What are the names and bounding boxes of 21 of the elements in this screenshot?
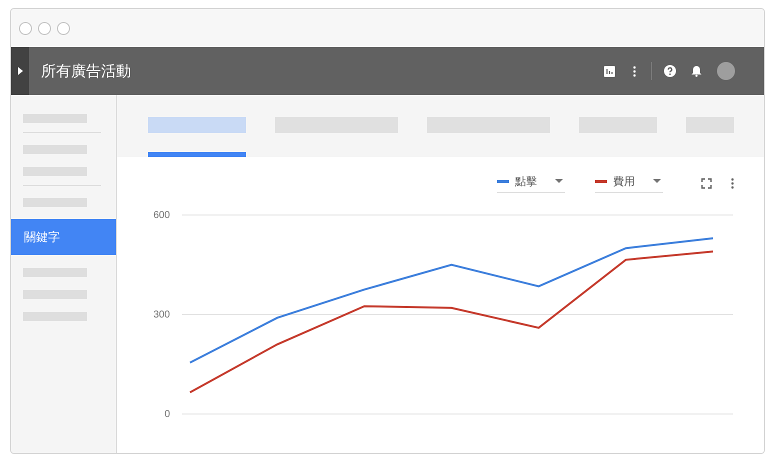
- axis-label: 300: [153, 310, 170, 320]
- window-control-icon[interactable]: [57, 22, 70, 34]
- window-control-icon[interactable]: [19, 22, 32, 34]
- axis-label: 600: [153, 210, 170, 221]
- help-icon[interactable]: [664, 65, 676, 77]
- sidebar-toggle[interactable]: [11, 47, 29, 95]
- avatar-icon[interactable]: [717, 62, 735, 80]
- more-icon[interactable]: [731, 178, 734, 188]
- page-title: 所有廣告活動: [41, 62, 132, 80]
- caret-icon: [653, 179, 661, 183]
- caret-icon: [555, 179, 563, 183]
- axis-label: 0: [164, 409, 170, 420]
- series-dropdown[interactable]: 費用: [595, 174, 663, 192]
- fullscreen-icon[interactable]: [701, 178, 712, 188]
- bell-icon[interactable]: [691, 65, 702, 77]
- window-control-icon[interactable]: [38, 22, 51, 34]
- chart-icon[interactable]: [604, 66, 615, 76]
- caret-icon: [18, 67, 22, 75]
- more-icon[interactable]: [633, 66, 636, 76]
- series-dropdown[interactable]: 點擊: [497, 174, 565, 192]
- sidebar-item[interactable]: 關鍵字: [11, 219, 116, 255]
